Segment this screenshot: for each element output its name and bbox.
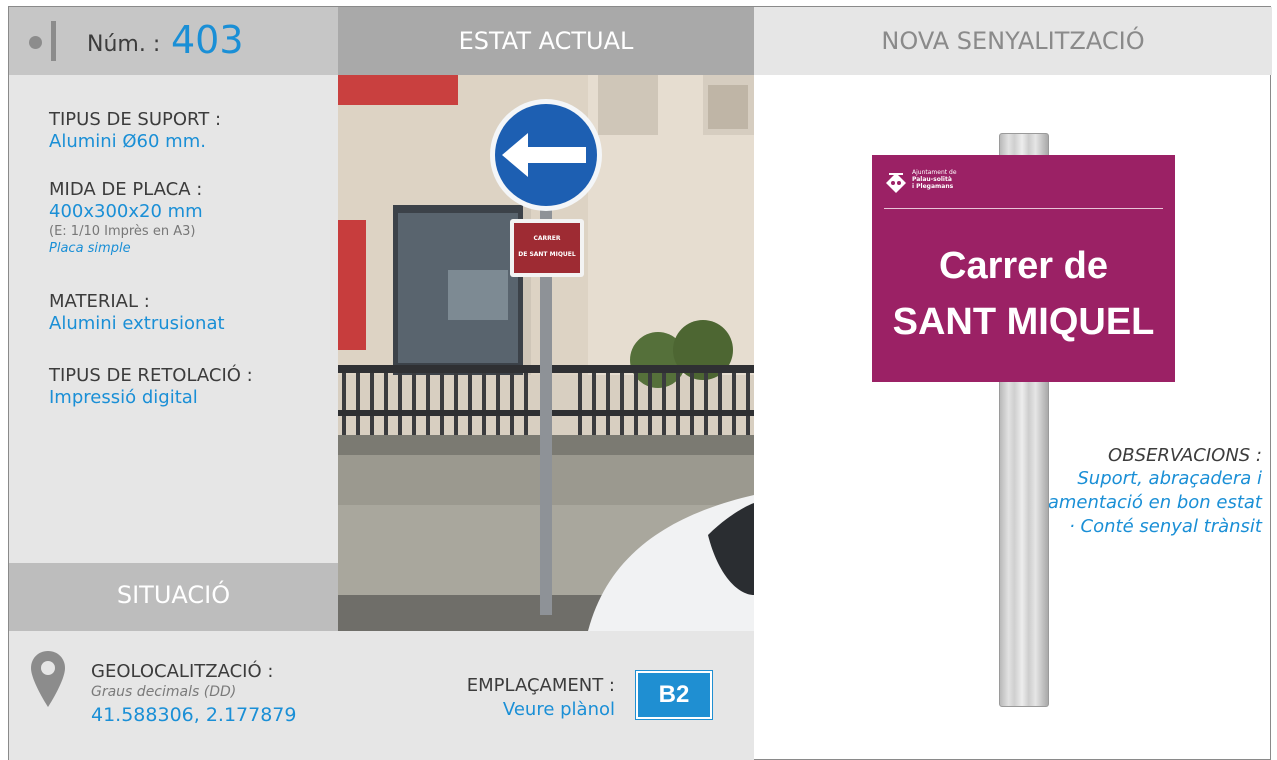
placement-field: EMPLAÇAMENT : Veure plànol [375, 675, 615, 723]
town-name: Ajuntament de Palau-solità i Plegamans [912, 169, 957, 190]
town-name-line3: i Plegamans [912, 183, 954, 190]
number-value: 403 [171, 18, 244, 62]
current-state-photo: CARRER DE SANT MIQUEL [338, 75, 754, 631]
plate-type-note: Placa simple [49, 241, 131, 256]
town-shield-icon [886, 173, 906, 193]
photo-sign-line1: CARRER [533, 235, 561, 242]
placement-code-badge[interactable]: B2 [636, 671, 712, 719]
town-name-line1: Ajuntament de [912, 169, 957, 176]
street-name-plate: Ajuntament de Palau-solità i Plegamans C… [872, 155, 1175, 382]
bullet-dot-icon [29, 36, 42, 49]
plate-street-name: SANT MIQUEL [892, 301, 1155, 343]
support-type-value: Alumini Ø60 mm. [49, 131, 206, 152]
geolocation-format: Graus decimals (DD) [91, 684, 237, 700]
lettering-field: TIPUS DE RETOLACIÓ : Impressió digital [49, 365, 253, 409]
plate-size-value: 400x300x20 mm [49, 201, 203, 222]
geolocation-label: GEOLOCALITZACIÓ : [91, 661, 274, 682]
plate-street-prefix: Carrer de [939, 245, 1108, 287]
support-type-field: TIPUS DE SUPORT : Alumini Ø60 mm. [49, 109, 221, 153]
lettering-value: Impressió digital [49, 387, 198, 408]
sheet-frame: Núm. : 403 TIPUS DE SUPORT : Alumini Ø60… [8, 6, 1272, 760]
divider-bar [51, 21, 56, 61]
support-type-label: TIPUS DE SUPORT : [49, 109, 222, 130]
material-label: MATERIAL : [49, 291, 150, 312]
placement-label: EMPLAÇAMENT : [466, 675, 615, 696]
town-name-line2: Palau-solità [912, 176, 952, 183]
street-photo-illustration [338, 75, 754, 631]
view-map-link[interactable]: Veure plànol [375, 697, 615, 723]
plate-size-field: MIDA DE PLACA : 400x300x20 mm (E: 1/10 I… [49, 179, 203, 257]
number-label: Núm. : [87, 32, 161, 57]
plate-size-label: MIDA DE PLACA : [49, 179, 203, 200]
material-field: MATERIAL : Alumini extrusionat [49, 291, 225, 335]
geolocation-value[interactable]: 41.588306, 2.177879 [91, 701, 296, 729]
photo-sign-text: CARRER DE SANT MIQUEL [514, 235, 580, 259]
photo-sign-line2: DE SANT MIQUEL [518, 251, 576, 258]
lettering-label: TIPUS DE RETOLACIÓ : [49, 365, 253, 386]
location-pin-icon [31, 651, 65, 707]
geolocation-field: GEOLOCALITZACIÓ : Graus decimals (DD) 41… [91, 661, 296, 729]
material-value: Alumini extrusionat [49, 313, 225, 334]
plate-scale-note: (E: 1/10 Imprès en A3) [49, 224, 196, 239]
situation-title: SITUACIÓ [116, 581, 231, 609]
new-signage-title: NOVA SENYALITZACIÓ [881, 27, 1145, 55]
plate-divider [884, 208, 1163, 209]
current-state-title: ESTAT ACTUAL [458, 27, 634, 55]
